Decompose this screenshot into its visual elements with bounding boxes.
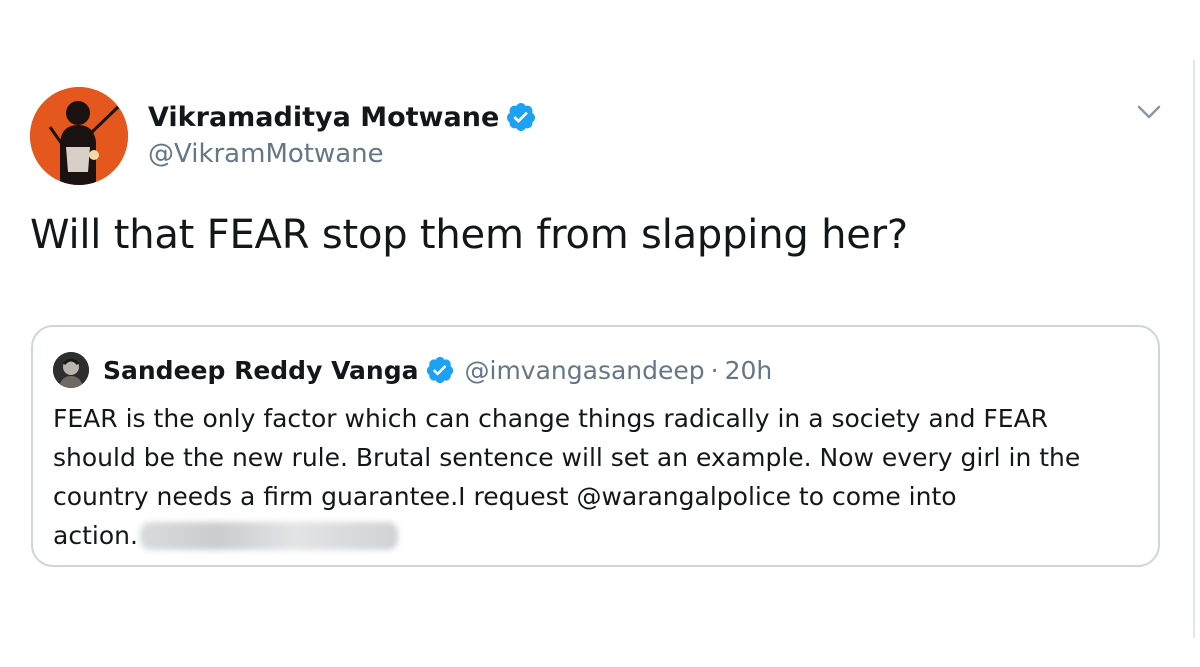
- blurred-redaction: [139, 522, 398, 550]
- tweet-author: Vikramaditya Motwane @VikramMotwane: [148, 99, 537, 169]
- header-separator: ·: [710, 355, 719, 385]
- quoted-verified-badge-icon: [425, 355, 455, 385]
- quoted-text-last-line: action.: [53, 516, 1143, 555]
- quoted-text-line: country needs a firm guarantee.I request…: [53, 482, 957, 511]
- verified-badge-icon: [505, 101, 537, 133]
- quoted-author-handle[interactable]: @imvangasandeep: [465, 356, 705, 385]
- quoted-tweet-text: FEAR is the only factor which can change…: [53, 399, 1143, 555]
- tweet-text: Will that FEAR stop them from slapping h…: [30, 212, 908, 258]
- avatar[interactable]: [30, 87, 128, 185]
- scroll-edge-divider: [1193, 60, 1195, 638]
- quoted-avatar[interactable]: [53, 352, 89, 388]
- quoted-tweet-card[interactable]: Sandeep Reddy Vanga @imvangasandeep · 20…: [31, 325, 1160, 567]
- chevron-down-icon[interactable]: [1134, 100, 1164, 124]
- quoted-text-line: FEAR is the only factor which can change…: [53, 404, 1049, 433]
- quoted-tweet-timestamp[interactable]: 20h: [725, 356, 773, 385]
- author-handle[interactable]: @VikramMotwane: [148, 139, 537, 169]
- quoted-text-line: should be the new rule. Brutal sentence …: [53, 443, 1081, 472]
- author-name-row: Vikramaditya Motwane: [148, 99, 537, 135]
- quoted-tweet-header: Sandeep Reddy Vanga @imvangasandeep · 20…: [103, 351, 772, 389]
- quoted-text-line: action.: [53, 521, 138, 550]
- author-display-name[interactable]: Vikramaditya Motwane: [148, 102, 499, 133]
- avatar-silhouette-icon: [30, 87, 128, 185]
- quoted-avatar-portrait-icon: [53, 352, 89, 388]
- quoted-author-display-name[interactable]: Sandeep Reddy Vanga: [103, 356, 419, 385]
